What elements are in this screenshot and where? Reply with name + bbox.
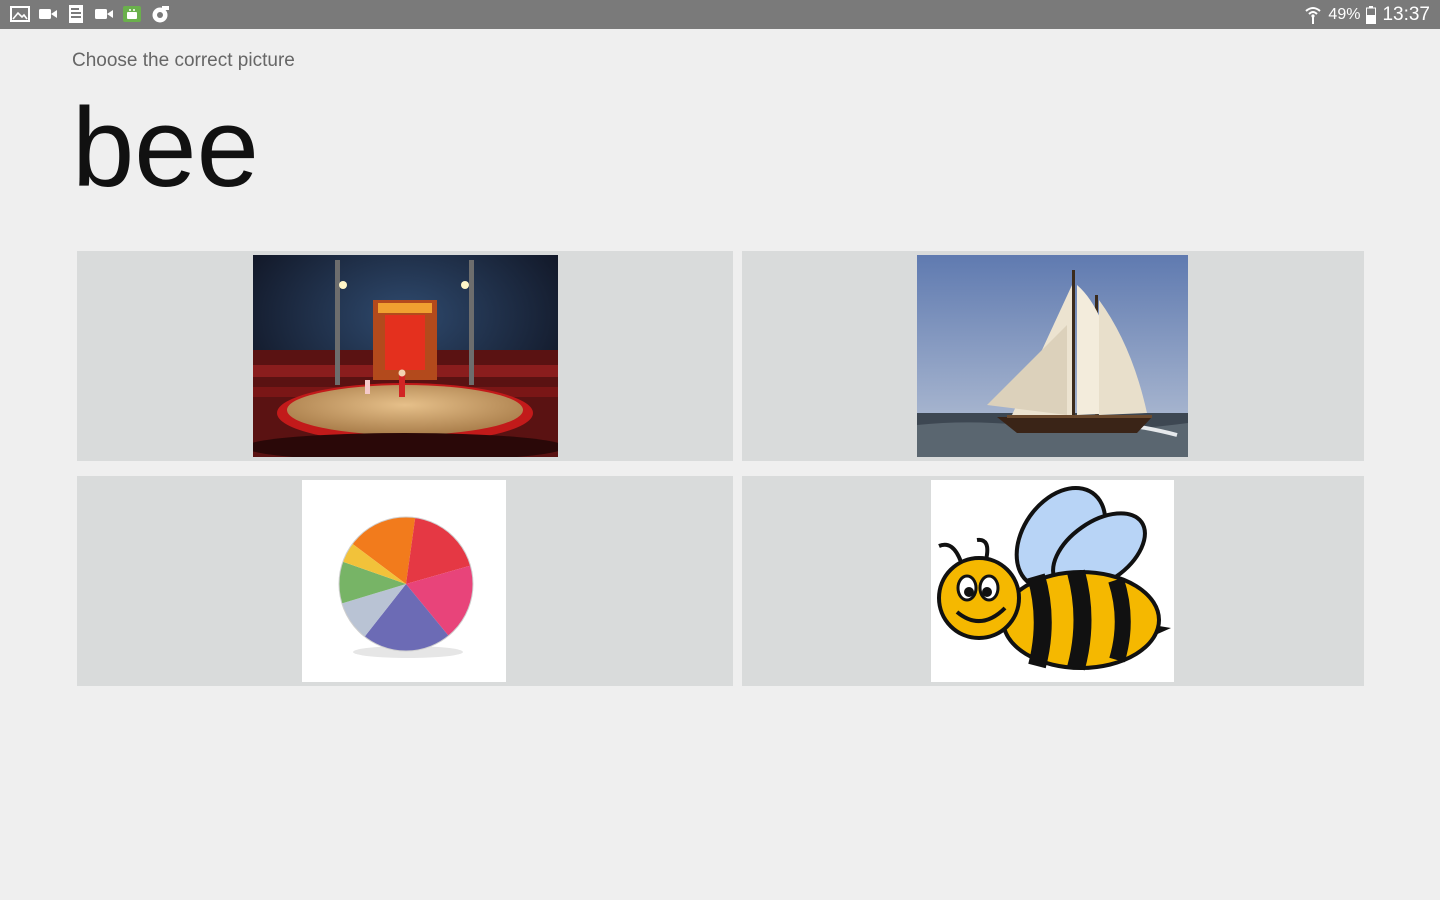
status-bar: 49% 13:37 <box>0 0 1440 29</box>
system-status: 49% 13:37 <box>1304 3 1430 27</box>
answer-tile-sailboat[interactable] <box>742 251 1364 461</box>
android-app-icon <box>123 6 141 22</box>
answer-tile-ball[interactable] <box>77 476 733 686</box>
clock: 13:37 <box>1382 4 1430 25</box>
battery-percent: 49% <box>1328 6 1361 23</box>
notification-icons <box>10 5 170 23</box>
circus-ring-picture <box>253 255 558 457</box>
instruction-text: Choose the correct picture <box>72 50 295 71</box>
document-icon <box>69 5 83 23</box>
answer-tile-bee[interactable] <box>742 476 1364 686</box>
target-word: bee <box>72 85 259 210</box>
video-icon <box>39 9 57 19</box>
answer-tile-circus[interactable] <box>77 251 733 461</box>
bee-picture <box>931 480 1174 682</box>
wifi-icon <box>1305 7 1322 24</box>
gallery-icon <box>10 6 30 22</box>
battery-icon <box>1366 6 1377 24</box>
camera-app-icon <box>152 6 169 23</box>
beach-ball-picture <box>302 480 506 682</box>
sailboat-picture <box>917 255 1188 457</box>
video-icon <box>95 9 113 19</box>
